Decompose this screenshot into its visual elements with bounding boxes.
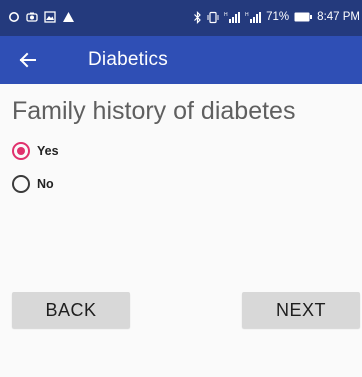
app-title: Diabetics (88, 49, 168, 70)
radio-option-no[interactable]: No (12, 173, 54, 195)
app-bar: Diabetics (0, 36, 362, 84)
battery-percent: 71% (266, 11, 290, 23)
back-arrow-icon[interactable] (14, 46, 42, 74)
clock: 8:47 PM (317, 11, 360, 23)
image-icon (44, 11, 56, 23)
system-status: H H 71% 8:47 PM (193, 9, 360, 25)
radio-option-yes[interactable]: Yes (12, 140, 59, 162)
camera-icon (26, 11, 38, 23)
warning-icon (62, 11, 75, 23)
svg-text:H: H (245, 12, 249, 18)
location-pin-icon (8, 11, 20, 23)
battery-icon (294, 12, 313, 22)
radio-label-yes: Yes (37, 144, 59, 158)
radio-label-no: No (37, 177, 54, 191)
radio-button-checked[interactable] (12, 142, 30, 160)
question-text: Family history of diabetes (12, 97, 296, 125)
vibrate-icon (207, 11, 219, 24)
signal-1-icon: H (224, 11, 241, 24)
signal-2-icon: H (245, 11, 262, 24)
back-button[interactable]: BACK (12, 292, 130, 328)
radio-dot (17, 147, 25, 155)
svg-text:H: H (224, 12, 228, 18)
next-button[interactable]: NEXT (242, 292, 360, 328)
bluetooth-icon (193, 10, 202, 24)
status-bar: H H 71% 8:47 PM (0, 0, 362, 36)
radio-button-unchecked[interactable] (12, 175, 30, 193)
notification-icons (8, 10, 75, 24)
